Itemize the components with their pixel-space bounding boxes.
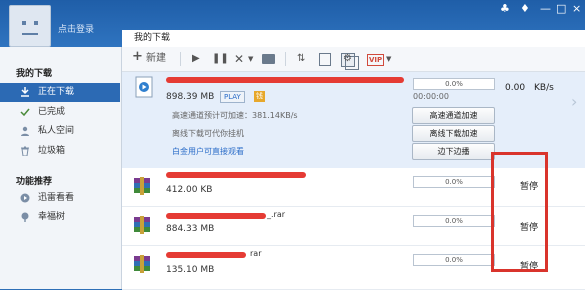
sidebar-item-completed[interactable]: 已完成 bbox=[0, 103, 120, 122]
sidebar-item-private-space[interactable]: 私人空间 bbox=[0, 122, 120, 141]
sidebar-item-label: 私人空间 bbox=[38, 126, 75, 136]
sidebar-item-label: 垃圾箱 bbox=[38, 146, 66, 156]
hint-high-speed: 高速通道预计可加速：381.14KB/s bbox=[172, 111, 298, 120]
file-size: 412.00 KB bbox=[166, 185, 213, 195]
download-icon bbox=[21, 87, 29, 97]
redacted-filename bbox=[166, 77, 404, 83]
offline-accelerate-button[interactable]: 离线下载加速 bbox=[412, 125, 495, 142]
maximize-icon[interactable]: □ bbox=[556, 2, 566, 15]
coin-badge[interactable]: 钱 bbox=[254, 91, 265, 102]
progress-bar: 0.0% bbox=[413, 215, 495, 227]
toolbar-divider bbox=[180, 52, 181, 66]
file-size: 898.39 MB bbox=[166, 92, 215, 102]
progress-bar: 0.0% bbox=[413, 176, 495, 188]
person-icon bbox=[21, 126, 29, 136]
hint-offline: 离线下载可代你挂机 bbox=[172, 129, 244, 138]
rar-archive-icon bbox=[134, 216, 150, 234]
sidebar-item-happiness-tree[interactable]: 幸福树 bbox=[0, 208, 120, 227]
redacted-filename bbox=[166, 252, 246, 258]
sidebar: 我的下载 正在下载 已完成 私人空间 垃圾箱 功能推荐 迅雷看看 幸福树 bbox=[0, 47, 122, 289]
highlight-annotation-box bbox=[491, 152, 548, 272]
folder-icon[interactable] bbox=[262, 54, 275, 64]
menu-icon[interactable]: ♦ bbox=[520, 2, 530, 15]
start-icon[interactable]: ▶ bbox=[192, 52, 200, 66]
progress-text: 0.0% bbox=[445, 80, 463, 88]
chevron-down-icon[interactable]: ▼ bbox=[386, 52, 391, 66]
play-badge[interactable]: PLAY bbox=[220, 91, 245, 103]
play-while-download-button[interactable]: 边下边播 bbox=[412, 143, 495, 160]
play-circle-icon bbox=[20, 193, 30, 203]
rar-archive-icon bbox=[134, 255, 150, 273]
progress-bar: 0.0% bbox=[413, 78, 495, 90]
sidebar-item-downloading[interactable]: 正在下载 bbox=[0, 83, 120, 102]
skin-icon[interactable]: ♣ bbox=[500, 2, 510, 15]
pause-icon[interactable]: ❚❚ bbox=[212, 52, 229, 66]
filename-suffix: rar bbox=[250, 249, 262, 258]
tab-my-downloads[interactable]: 我的下载 bbox=[122, 30, 224, 47]
tree-icon bbox=[21, 212, 29, 222]
file-size: 135.10 MB bbox=[166, 265, 215, 275]
speed-value: 0.00 bbox=[505, 83, 526, 93]
new-task-button[interactable]: 新建 bbox=[146, 52, 166, 66]
settings-icon[interactable]: ⚙ bbox=[343, 52, 352, 66]
avatar-eye bbox=[22, 21, 26, 25]
sidebar-item-xunlei-kankan[interactable]: 迅雷看看 bbox=[0, 189, 120, 208]
checkmark-icon bbox=[20, 108, 30, 117]
video-file-icon bbox=[135, 76, 153, 98]
sidebar-item-label: 迅雷看看 bbox=[38, 193, 75, 203]
toolbar: + 新建 ▶ ❚❚ ✕ ▼ ⇅ ⚙ VIP ▼ bbox=[122, 47, 585, 72]
progress-text: 0.0% bbox=[445, 217, 463, 225]
plus-icon[interactable]: + bbox=[132, 50, 143, 64]
login-link[interactable]: 点击登录 bbox=[58, 22, 94, 35]
hint-platinum-link[interactable]: 白金用户可直接观看 bbox=[172, 146, 244, 157]
chevron-right-icon[interactable]: › bbox=[571, 92, 577, 111]
chevron-down-icon[interactable]: ▼ bbox=[248, 52, 253, 66]
avatar[interactable] bbox=[9, 5, 51, 47]
file-size: 884.33 MB bbox=[166, 224, 215, 234]
properties-icon[interactable] bbox=[319, 53, 331, 66]
high-speed-accelerate-button[interactable]: 高速通道加速 bbox=[412, 107, 495, 124]
sidebar-item-trash[interactable]: 垃圾箱 bbox=[0, 142, 120, 161]
filename-suffix: _.rar bbox=[267, 210, 286, 219]
vip-icon[interactable]: VIP bbox=[367, 54, 385, 66]
toolbar-divider bbox=[285, 52, 286, 66]
rar-archive-icon bbox=[134, 177, 150, 195]
progress-text: 0.0% bbox=[445, 256, 463, 264]
minimize-icon[interactable]: — bbox=[540, 2, 551, 15]
sidebar-item-label: 已完成 bbox=[38, 107, 66, 117]
sidebar-item-label: 正在下载 bbox=[38, 87, 75, 97]
redacted-filename bbox=[166, 213, 266, 219]
sort-icon[interactable]: ⇅ bbox=[297, 52, 305, 66]
redacted-filename bbox=[166, 172, 306, 178]
progress-text: 0.0% bbox=[445, 178, 463, 186]
sidebar-section-title: 我的下载 bbox=[16, 69, 53, 79]
avatar-eye bbox=[34, 21, 38, 25]
progress-bar: 0.0% bbox=[413, 254, 495, 266]
sidebar-section-title: 功能推荐 bbox=[16, 177, 53, 187]
delete-icon[interactable]: ✕ bbox=[234, 52, 244, 66]
main-panel: 我的下载 + 新建 ▶ ❚❚ ✕ ▼ ⇅ ⚙ VIP ▼ 898.39 MB P… bbox=[122, 30, 585, 290]
sidebar-item-label: 幸福树 bbox=[38, 212, 66, 222]
close-icon[interactable]: × bbox=[572, 2, 581, 15]
remaining-time: 00:00:00 bbox=[413, 92, 449, 101]
avatar-mouth bbox=[22, 33, 38, 35]
speed-unit: KB/s bbox=[534, 83, 554, 93]
trash-icon bbox=[21, 146, 29, 156]
